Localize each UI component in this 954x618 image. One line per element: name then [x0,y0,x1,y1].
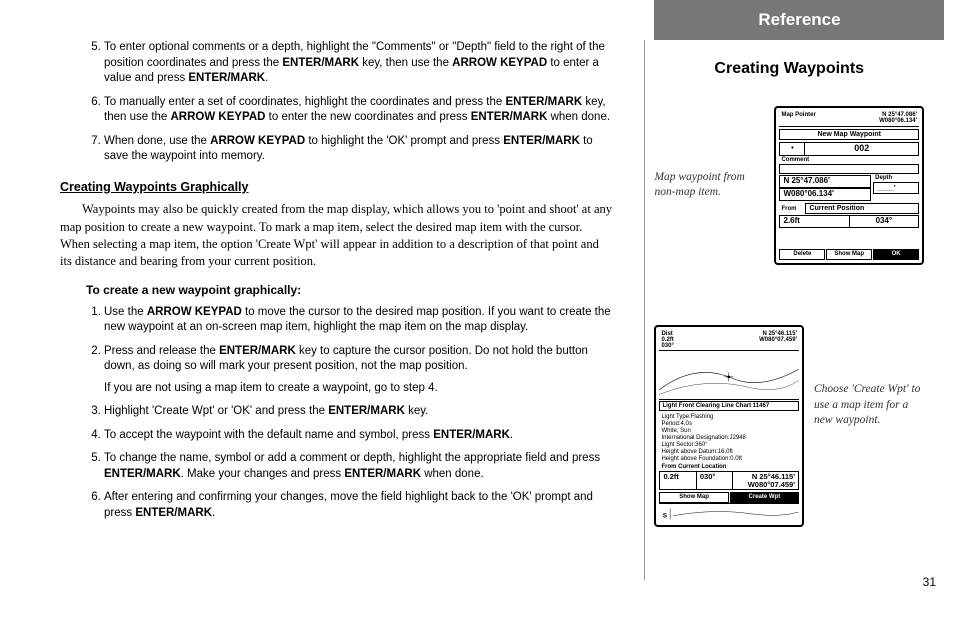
dev1-from: From Current Position [779,203,919,216]
list-item: To manually enter a set of coordinates, … [104,95,614,126]
list-item: After entering and confirming your chang… [104,490,614,521]
dev2-buttons: Show Map Create Wpt [659,492,799,503]
dev1-id-row: • 002 [779,142,919,156]
list-item: Press and release the ENTER/MARK key to … [104,344,614,397]
figure-2: Dist 0.2ft 030° N 25°46.115' W080°07.459… [654,285,924,527]
dev2-top-right: N 25°46.115' W080°07.459' [759,331,797,349]
list-item: Highlight 'Create Wpt' or 'OK' and press… [104,404,614,420]
section-heading: Creating Waypoints Graphically [60,179,614,196]
dev2-btn-showmap: Show Map [659,492,728,503]
left-column: To enter optional comments or a depth, h… [60,40,634,588]
dev2-map [659,351,799,400]
dev1-symbol: • [780,143,805,155]
list-item: To enter optional comments or a depth, h… [104,40,614,87]
dev2-info: Light Type:FlashingPeriod:4.0sWhite, Sun… [659,412,799,464]
dev2-from-row: 0.2ft 030° N 25°46.115' W080°07.459' [659,471,799,490]
dev2-bottom-strip: S [659,503,799,522]
column-divider [644,40,645,580]
figure-1-caption: Map waypoint from non-map item. [654,170,764,201]
dev1-buttons: Delete Show Map OK [779,249,919,260]
body-paragraph: Waypoints may also be quickly created fr… [60,201,614,270]
dev1-btn-ok: OK [873,249,919,260]
dev1-btn-showmap: Show Map [826,249,872,260]
list-item: When done, use the ARROW KEYPAD to highl… [104,134,614,165]
numbered-list-steps: Use the ARROW KEYPAD to move the cursor … [60,305,614,522]
dev1-dist-brg: 2.6ft 034° [779,215,919,228]
right-column: Reference Creating Waypoints Map waypoin… [654,40,924,588]
dev1-comment-label: Comment [779,157,919,164]
dev2-top-left: Dist 0.2ft 030° [661,331,673,349]
figure-2-caption: Choose 'Create Wpt' to use a map item fo… [814,382,924,429]
reference-band: Reference [654,0,944,40]
page: To enter optional comments or a depth, h… [0,0,954,618]
device-screen-2: Dist 0.2ft 030° N 25°46.115' W080°07.459… [654,325,804,527]
numbered-list-top: To enter optional comments or a depth, h… [60,40,614,165]
list-item: To accept the waypoint with the default … [104,428,614,444]
list-item: Use the ARROW KEYPAD to move the cursor … [104,305,614,336]
dev1-title: New Map Waypoint [779,129,919,141]
svg-text:S: S [663,512,668,519]
dev1-top-right: N 25°47.086' W080°06.134' [879,112,917,125]
dev1-id: 002 [805,143,918,155]
figure-1: Map waypoint from non-map item. Map Poin… [654,106,924,265]
dev1-btn-delete: Delete [779,249,825,260]
reference-subtitle: Creating Waypoints [654,58,924,80]
dev1-comment-field [779,164,919,174]
dev1-top: Map Pointer N 25°47.086' W080°06.134' [779,111,919,127]
device-screen-1: Map Pointer N 25°47.086' W080°06.134' Ne… [774,106,924,265]
list-item: To change the name, symbol or add a comm… [104,451,614,482]
dev1-top-left: Map Pointer [781,112,815,125]
dev2-btn-createwpt: Create Wpt [730,492,799,503]
dev1-coord-depth: N 25°47.086' W080°06.134' Depth ____' [779,175,919,202]
dev2-top: Dist 0.2ft 030° N 25°46.115' W080°07.459… [659,330,799,351]
page-number: 31 [923,574,936,590]
dev2-chart-label: Light Front Clearing Line Chart 11467 [659,401,799,412]
instruction-heading: To create a new waypoint graphically: [86,282,614,298]
